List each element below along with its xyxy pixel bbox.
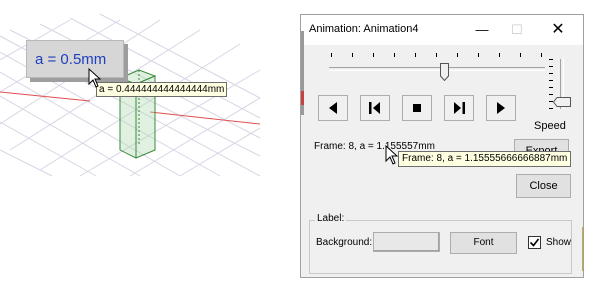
- 3d-viewport[interactable]: a = 0.5mm a = 0.444444444444444mm: [0, 0, 270, 286]
- slider-tick: [549, 80, 553, 81]
- dimension-tooltip: a = 0.444444444444444mm: [96, 82, 228, 97]
- slider-tick: [331, 53, 332, 57]
- frame-slider-track[interactable]: [329, 67, 545, 71]
- step-forward-icon: [454, 102, 465, 114]
- title-bar[interactable]: Animation: Animation4 — ☐ ✕: [301, 15, 583, 45]
- font-button[interactable]: Font: [450, 232, 517, 254]
- slider-tick: [541, 53, 542, 57]
- slider-tick: [478, 53, 479, 57]
- dialog-title: Animation: Animation4: [309, 23, 419, 35]
- play-reverse-icon: [329, 102, 337, 114]
- mouse-cursor-icon: [385, 145, 399, 165]
- checkmark-icon: [529, 238, 540, 247]
- minimize-button[interactable]: —: [471, 20, 493, 40]
- slider-tick: [520, 53, 521, 57]
- animation-dialog: Animation: Animation4 — ☐ ✕ Speed Frame:…: [300, 14, 584, 278]
- slider-tick: [549, 87, 553, 88]
- slider-tick: [549, 66, 553, 67]
- label-group-title: Label:: [315, 213, 347, 224]
- slider-tick: [352, 53, 353, 57]
- background-toolbar-edge: [301, 31, 304, 115]
- stop-button[interactable]: [402, 95, 432, 121]
- slider-tick: [457, 53, 458, 57]
- slider-tick: [549, 94, 553, 95]
- slider-tick: [499, 53, 500, 57]
- slider-tick: [394, 53, 395, 57]
- slider-tick: [436, 53, 437, 57]
- step-forward-button[interactable]: [444, 95, 474, 121]
- x-axis-line-right: [149, 111, 261, 125]
- close-button[interactable]: Close: [516, 174, 571, 198]
- show-label: Show: [546, 237, 572, 248]
- mouse-cursor-icon: [88, 68, 102, 88]
- stop-icon: [413, 104, 421, 112]
- slider-tick: [415, 53, 416, 57]
- slider-tick: [373, 53, 374, 57]
- x-axis-line: [0, 91, 91, 102]
- slider-tick: [549, 108, 553, 109]
- slider-tick: [549, 73, 553, 74]
- background-color-button[interactable]: [373, 232, 440, 252]
- play-icon: [497, 102, 505, 114]
- slider-tick: [549, 59, 553, 60]
- frame-slider-thumb[interactable]: [440, 63, 449, 81]
- speed-label: Speed: [534, 120, 566, 132]
- step-back-icon: [369, 102, 380, 114]
- background-label: Background:: [316, 237, 373, 248]
- step-back-button[interactable]: [360, 95, 390, 121]
- background-window-edge: [582, 227, 583, 271]
- close-window-button[interactable]: ✕: [547, 20, 569, 40]
- dimension-value-label: a = 0.5mm: [26, 40, 124, 78]
- play-backward-button[interactable]: [318, 95, 348, 121]
- play-forward-button[interactable]: [486, 95, 516, 121]
- frame-tooltip: Frame: 8, a = 1.15555666666887mm: [398, 151, 572, 167]
- speed-slider-thumb[interactable]: [553, 97, 571, 107]
- maximize-button[interactable]: ☐: [506, 20, 528, 40]
- show-checkbox[interactable]: [528, 236, 541, 249]
